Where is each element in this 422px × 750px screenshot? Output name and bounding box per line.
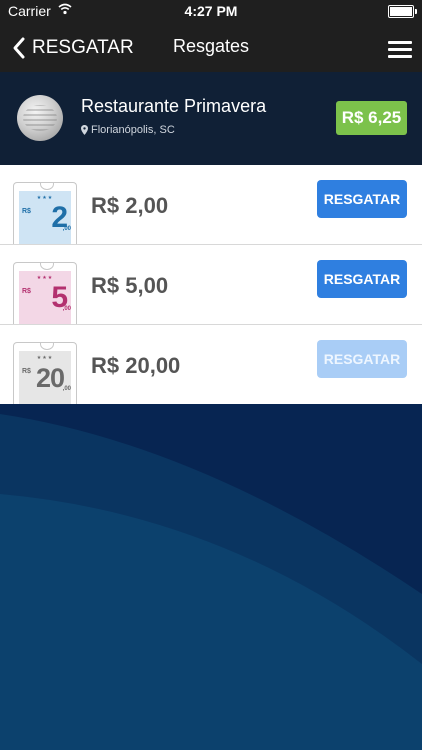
battery-icon xyxy=(388,5,417,18)
ticket-currency: R$ xyxy=(22,368,31,375)
restaurant-location: Florianópolis, SC xyxy=(81,124,175,136)
voucher-ticket-icon: ★★★ R$ 5 ,00 xyxy=(13,262,77,324)
clock: 4:27 PM xyxy=(184,3,238,19)
ticket-value: 20 xyxy=(35,363,65,393)
redeem-button-disabled[interactable]: RESGATAR xyxy=(317,340,407,378)
balance-badge: R$ 6,25 xyxy=(336,101,407,135)
redeem-button[interactable]: RESGATAR xyxy=(317,180,407,218)
redeem-button[interactable]: RESGATAR xyxy=(317,260,407,298)
ticket-currency: R$ xyxy=(22,208,31,215)
list-item: ★★★ R$ 20 ,00 R$ 20,00 RESGATAR xyxy=(0,325,422,405)
voucher-ticket-icon: ★★★ R$ 2 ,00 xyxy=(13,182,77,244)
list-item: ★★★ R$ 5 ,00 R$ 5,00 RESGATAR xyxy=(0,245,422,325)
restaurant-header: Restaurante Primavera Florianópolis, SC … xyxy=(0,72,422,165)
ticket-cents: ,00 xyxy=(62,386,71,392)
menu-icon[interactable] xyxy=(388,41,412,59)
background-wave xyxy=(0,404,422,750)
voucher-amount: R$ 5,00 xyxy=(91,273,169,298)
page-title: Resgates xyxy=(172,36,250,56)
voucher-amount: R$ 2,00 xyxy=(91,193,169,218)
status-bar: Carrier 4:27 PM xyxy=(0,0,422,22)
restaurant-name: Restaurante Primavera xyxy=(81,96,267,116)
location-text: Florianópolis, SC xyxy=(91,124,175,136)
nav-bar: RESGATAR Resgates xyxy=(0,22,422,72)
voucher-amount: R$ 20,00 xyxy=(91,353,181,378)
ticket-cents: ,00 xyxy=(62,306,71,312)
location-pin-icon xyxy=(81,125,88,135)
restaurant-avatar xyxy=(17,95,63,141)
voucher-ticket-icon: ★★★ R$ 20 ,00 xyxy=(13,342,77,404)
ticket-cents: ,00 xyxy=(62,226,71,232)
voucher-list: ★★★ R$ 2 ,00 R$ 2,00 RESGATAR ★★★ R$ 5 ,… xyxy=(0,165,422,405)
ticket-currency: R$ xyxy=(22,288,31,295)
list-item: ★★★ R$ 2 ,00 R$ 2,00 RESGATAR xyxy=(0,165,422,245)
